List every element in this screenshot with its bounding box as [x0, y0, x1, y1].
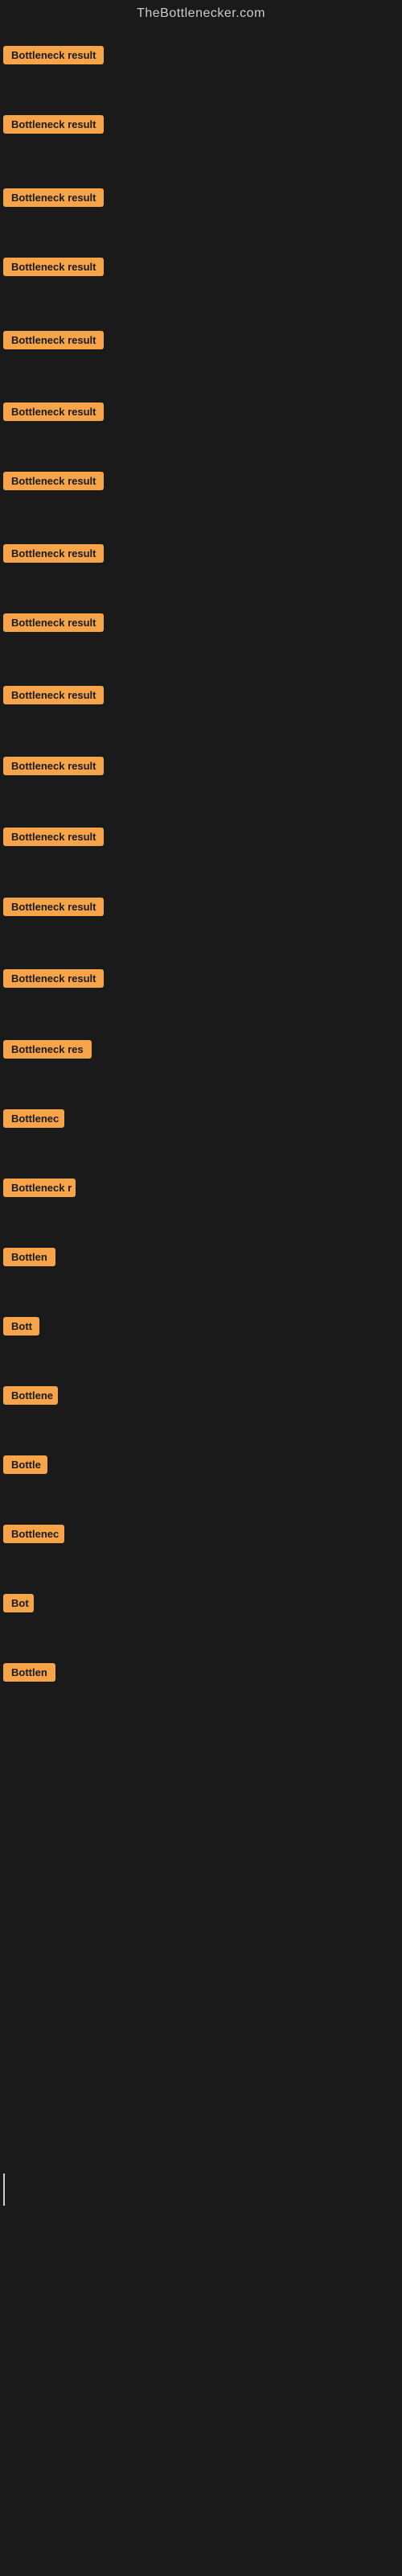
bottleneck-badge[interactable]: Bottleneck result — [3, 969, 104, 988]
bottleneck-badge[interactable]: Bott — [3, 1317, 39, 1335]
result-row[interactable]: Bottlenec — [3, 1109, 64, 1132]
cursor-indicator — [3, 2174, 5, 2206]
result-row[interactable]: Bottleneck r — [3, 1179, 76, 1201]
bottleneck-badge[interactable]: Bottleneck result — [3, 115, 104, 134]
result-row[interactable]: Bottleneck result — [3, 828, 104, 850]
bottleneck-badge[interactable]: Bottleneck result — [3, 188, 104, 207]
result-row[interactable]: Bottleneck result — [3, 46, 104, 68]
bottleneck-badge[interactable]: Bottleneck result — [3, 828, 104, 846]
bottleneck-badge[interactable]: Bottlenec — [3, 1525, 64, 1543]
result-row[interactable]: Bottleneck result — [3, 898, 104, 920]
result-row[interactable]: Bottleneck res — [3, 1040, 92, 1063]
result-row[interactable]: Bottleneck result — [3, 969, 104, 992]
result-row[interactable]: Bottleneck result — [3, 115, 104, 138]
bottleneck-badge[interactable]: Bottleneck result — [3, 331, 104, 349]
result-row[interactable]: Bottleneck result — [3, 258, 104, 280]
result-row[interactable]: Bottleneck result — [3, 188, 104, 211]
result-row[interactable]: Bottleneck result — [3, 613, 104, 636]
bottleneck-badge[interactable]: Bottleneck result — [3, 898, 104, 916]
result-row[interactable]: Bottlen — [3, 1248, 55, 1270]
bottleneck-badge[interactable]: Bottleneck result — [3, 258, 104, 276]
bottleneck-badge[interactable]: Bottleneck result — [3, 613, 104, 632]
site-title: TheBottlenecker.com — [0, 0, 402, 31]
bottleneck-badge[interactable]: Bottle — [3, 1455, 47, 1474]
result-row[interactable]: Bottlene — [3, 1386, 58, 1409]
bottleneck-badge[interactable]: Bottleneck result — [3, 757, 104, 775]
result-row[interactable]: Bottlen — [3, 1663, 55, 1686]
bottleneck-badge[interactable]: Bot — [3, 1594, 34, 1612]
result-row[interactable]: Bottleneck result — [3, 331, 104, 353]
result-row[interactable]: Bot — [3, 1594, 34, 1616]
result-row[interactable]: Bottle — [3, 1455, 47, 1478]
result-row[interactable]: Bott — [3, 1317, 39, 1340]
bottleneck-badge[interactable]: Bottleneck result — [3, 472, 104, 490]
bottleneck-badge[interactable]: Bottleneck r — [3, 1179, 76, 1197]
bottleneck-badge[interactable]: Bottlen — [3, 1248, 55, 1266]
bottleneck-badge[interactable]: Bottlen — [3, 1663, 55, 1682]
result-row[interactable]: Bottleneck result — [3, 472, 104, 494]
bottleneck-badge[interactable]: Bottleneck result — [3, 544, 104, 563]
bottleneck-badge[interactable]: Bottleneck res — [3, 1040, 92, 1059]
bottleneck-badge[interactable]: Bottleneck result — [3, 402, 104, 421]
bottleneck-badge[interactable]: Bottlene — [3, 1386, 58, 1405]
result-row[interactable]: Bottleneck result — [3, 402, 104, 425]
result-row[interactable]: Bottleneck result — [3, 544, 104, 567]
result-row[interactable]: Bottleneck result — [3, 757, 104, 779]
result-row[interactable]: Bottleneck result — [3, 686, 104, 708]
bottleneck-badge[interactable]: Bottleneck result — [3, 686, 104, 704]
bottleneck-badge[interactable]: Bottlenec — [3, 1109, 64, 1128]
bottleneck-badge[interactable]: Bottleneck result — [3, 46, 104, 64]
result-row[interactable]: Bottlenec — [3, 1525, 64, 1547]
page-wrapper: TheBottlenecker.com Bottleneck result Bot… — [0, 0, 402, 2576]
